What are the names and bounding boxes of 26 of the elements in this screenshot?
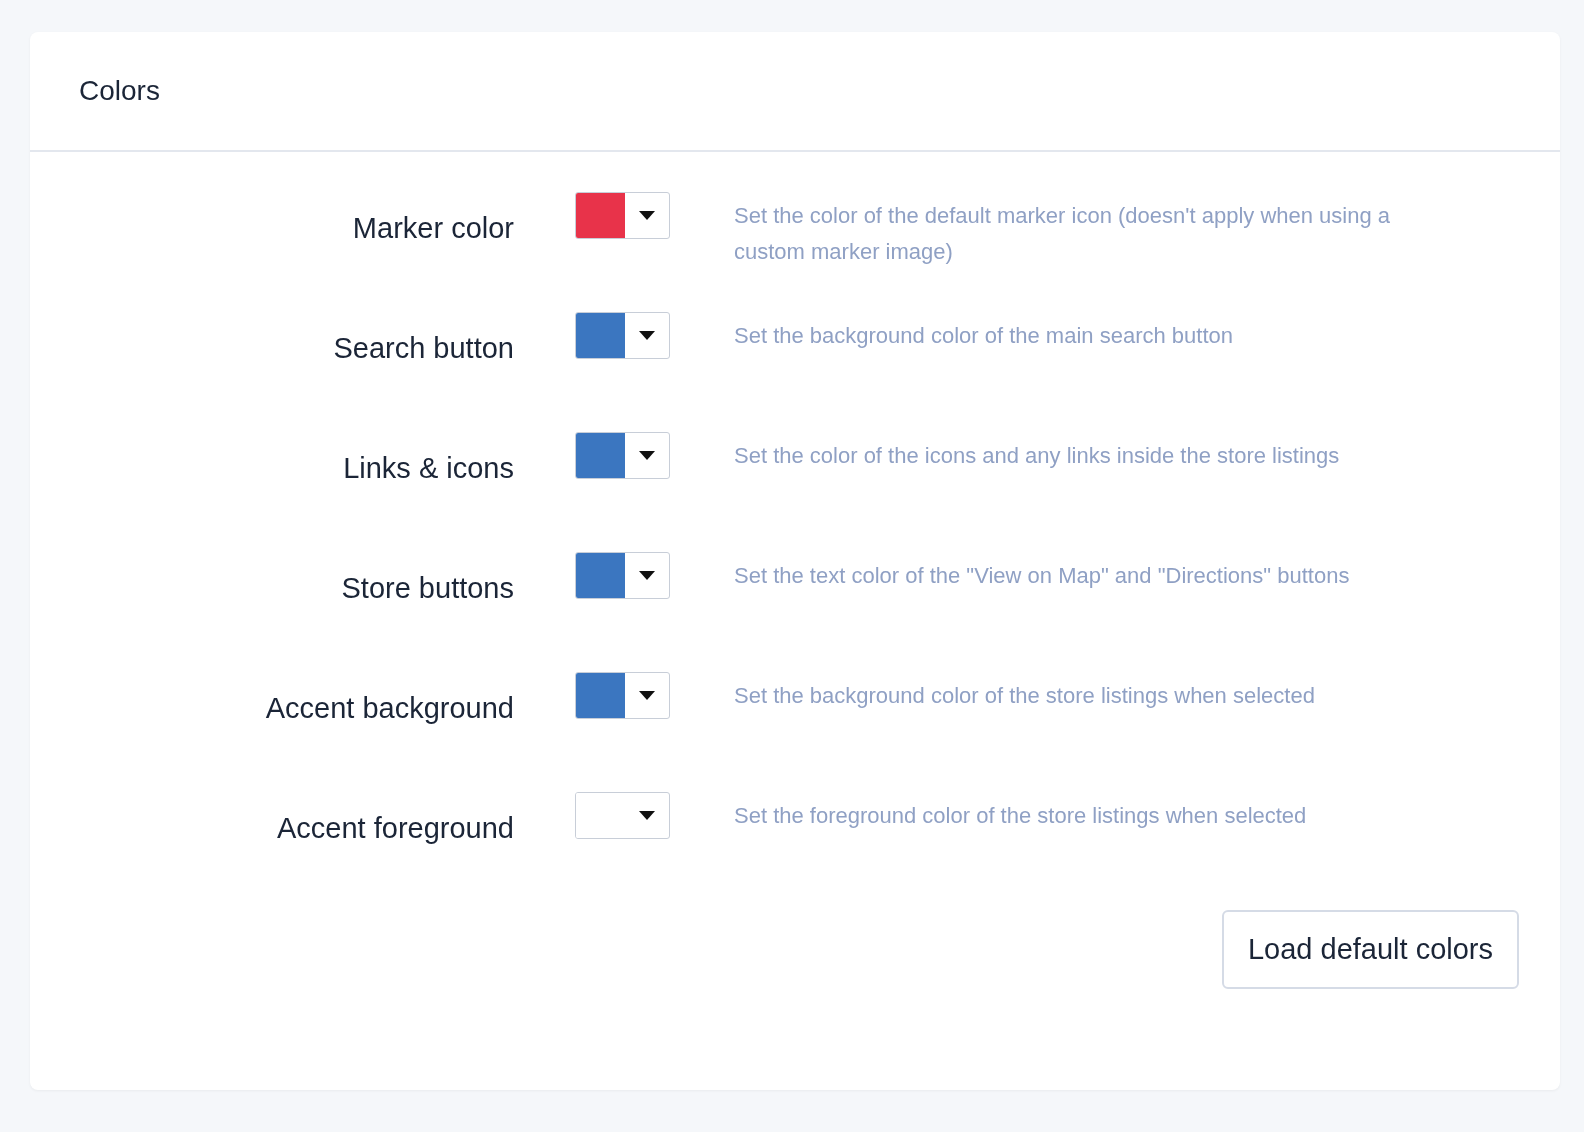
card-title: Colors	[79, 75, 160, 107]
field-description: Set the color of the default marker icon (doesn't apply when using a custom marker image)	[734, 202, 1392, 266]
color-picker[interactable]	[575, 792, 670, 839]
field-description: Set the background color of the main search button	[734, 322, 1234, 350]
field-description: Set the text color of the "View on Map" and "Directions" buttons	[734, 562, 1351, 590]
color-picker[interactable]	[575, 672, 670, 719]
field-description: Set the color of the icons and any links inside the store listings	[734, 442, 1341, 470]
color-picker[interactable]	[575, 552, 670, 599]
caret-icon	[639, 211, 655, 220]
field-description: Set the foreground color of the store listings when selected	[734, 802, 1308, 830]
field-label: Links & icons	[342, 451, 514, 485]
caret-icon	[639, 451, 655, 460]
caret-icon	[639, 571, 655, 580]
caret-icon	[639, 331, 655, 340]
field-description: Set the background color of the store listings when selected	[734, 682, 1316, 710]
load-defaults-button[interactable]: Load default colors	[1221, 910, 1519, 989]
caret-icon	[639, 691, 655, 700]
field-label: Marker color	[351, 211, 514, 245]
color-picker[interactable]	[575, 432, 670, 479]
field-label: Store buttons	[340, 571, 514, 605]
field-label: Accent foreground	[276, 811, 514, 845]
field-label: Search button	[332, 331, 514, 365]
color-picker[interactable]	[575, 192, 670, 239]
caret-icon	[639, 811, 655, 820]
field-label: Accent background	[264, 691, 514, 725]
color-picker[interactable]	[575, 312, 670, 359]
